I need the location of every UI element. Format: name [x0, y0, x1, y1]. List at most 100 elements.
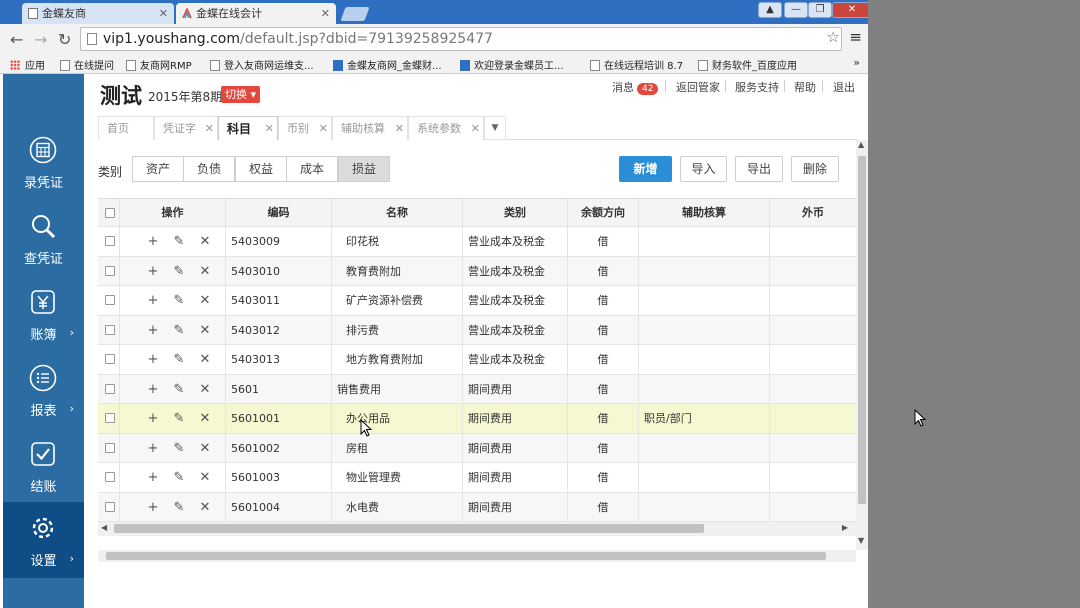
close-icon[interactable]: ✕ — [471, 117, 480, 141]
pencil-icon[interactable]: ✎ — [166, 345, 192, 374]
table-row[interactable]: + ✎ ✕ 5601001 办公用品 期间费用借职员/部门 — [98, 404, 856, 434]
scroll-up-arrow-icon[interactable]: ▲ — [858, 140, 864, 149]
tab-accounts[interactable]: 科目 ✕ — [218, 116, 278, 140]
bookmark-item[interactable]: 在线提问 — [60, 57, 114, 72]
delete-icon[interactable]: ✕ — [192, 257, 218, 286]
row-checkbox[interactable] — [105, 472, 115, 482]
close-icon[interactable]: ✕ — [205, 117, 214, 141]
tab-system-params[interactable]: 系统参数 ✕ — [408, 116, 484, 140]
pencil-icon[interactable]: ✎ — [166, 493, 192, 522]
close-icon[interactable]: ✕ — [319, 117, 328, 141]
column-header-direction[interactable]: 余额方向 — [568, 199, 639, 226]
pencil-icon[interactable]: ✎ — [166, 227, 192, 256]
table-row[interactable]: + ✎ ✕ 5403010 教育费附加 营业成本及税金借 — [98, 256, 856, 286]
table-row[interactable]: + ✎ ✕ 5601003 物业管理费 期间费用借 — [98, 463, 856, 493]
bookmarks-overflow-button[interactable]: » — [853, 56, 860, 69]
table-row[interactable]: + ✎ ✕ 5403009 印花税 营业成本及税金借 — [98, 227, 856, 257]
back-to-manager-link[interactable]: 返回管家 — [676, 79, 720, 95]
add-icon[interactable]: + — [140, 404, 166, 433]
category-profit-loss-button[interactable]: 损益 — [338, 156, 390, 182]
export-button[interactable]: 导出 — [735, 156, 783, 182]
category-asset-button[interactable]: 资产 — [132, 156, 184, 182]
close-icon[interactable]: ✕ — [265, 117, 274, 141]
close-icon[interactable]: ✕ — [321, 3, 330, 24]
row-checkbox[interactable] — [105, 501, 115, 512]
import-button[interactable]: 导入 — [680, 156, 727, 182]
sidebar-item-reports[interactable]: 报表 › — [3, 352, 84, 428]
close-icon[interactable]: ✕ — [395, 117, 404, 141]
scroll-right-arrow-icon[interactable]: ▶ — [842, 523, 848, 532]
category-liability-button[interactable]: 负债 — [183, 156, 235, 182]
column-header-code[interactable]: 编码 — [226, 199, 332, 226]
page-vertical-scrollbar[interactable]: ▲ ▼ — [856, 140, 868, 550]
table-horizontal-scrollbar[interactable]: ◀ ▶ — [98, 522, 856, 536]
maximize-button[interactable]: ❐ — [808, 2, 832, 18]
scrollbar-thumb[interactable] — [114, 524, 704, 533]
bookmark-item[interactable]: 登入友商网运维支... — [210, 57, 314, 72]
row-checkbox[interactable] — [105, 442, 115, 453]
menu-icon[interactable]: ≡ — [849, 28, 862, 46]
sidebar-item-closing[interactable]: 结账 — [3, 428, 84, 504]
row-checkbox[interactable] — [105, 324, 115, 335]
column-header-foreign-currency[interactable]: 外币 — [770, 199, 856, 226]
scroll-left-arrow-icon[interactable]: ◀ — [101, 523, 107, 532]
bookmark-item[interactable]: 财务软件_百度应用 — [698, 57, 797, 72]
table-row[interactable]: + ✎ ✕ 5601002 房租 期间费用借 — [98, 433, 856, 463]
row-checkbox[interactable] — [105, 413, 115, 423]
tab-home[interactable]: 首页 — [98, 116, 154, 140]
add-icon[interactable]: + — [140, 316, 166, 345]
add-icon[interactable]: + — [140, 375, 166, 404]
column-header-name[interactable]: 名称 — [332, 199, 463, 226]
table-row[interactable]: + ✎ ✕ 5601004 水电费 期间费用借 — [98, 492, 856, 522]
bookmark-apps[interactable]: 应用 — [10, 57, 45, 72]
row-checkbox[interactable] — [105, 295, 115, 305]
bookmark-item[interactable]: 金蝶友商网_金蝶财... — [333, 57, 442, 72]
select-all-checkbox[interactable] — [105, 208, 115, 218]
add-icon[interactable]: + — [140, 463, 166, 492]
table-row[interactable]: + ✎ ✕ 5403011 矿产资源补偿费 营业成本及税金借 — [98, 286, 856, 316]
add-icon[interactable]: + — [140, 227, 166, 256]
add-icon[interactable]: + — [140, 345, 166, 374]
help-link[interactable]: 帮助 — [794, 79, 816, 95]
minimize-button[interactable]: — — [784, 2, 808, 18]
column-header-type[interactable]: 类别 — [463, 199, 568, 226]
messages-link[interactable]: 消息 42 — [612, 79, 659, 95]
bookmark-star-icon[interactable]: ☆ — [827, 28, 840, 46]
column-header-auxiliary[interactable]: 辅助核算 — [639, 199, 770, 226]
sidebar-item-settings[interactable]: 设置 › — [3, 502, 84, 578]
add-icon[interactable]: + — [140, 286, 166, 315]
scrollbar-thumb[interactable] — [106, 552, 826, 560]
pencil-icon[interactable]: ✎ — [166, 434, 192, 463]
scroll-down-arrow-icon[interactable]: ▼ — [858, 536, 864, 545]
category-equity-button[interactable]: 权益 — [235, 156, 287, 182]
browser-tab-youshang[interactable]: 金蝶友商 ✕ — [22, 3, 174, 24]
delete-icon[interactable]: ✕ — [192, 463, 218, 492]
delete-icon[interactable]: ✕ — [192, 345, 218, 374]
pencil-icon[interactable]: ✎ — [166, 375, 192, 404]
delete-icon[interactable]: ✕ — [192, 316, 218, 345]
sidebar-item-ledger[interactable]: 账簿 › — [3, 276, 84, 352]
delete-icon[interactable]: ✕ — [192, 434, 218, 463]
forward-arrow-icon[interactable]: → — [34, 30, 47, 49]
tabs-dropdown-button[interactable]: ▼ — [484, 116, 506, 140]
switch-period-button[interactable]: 切换 ▾ — [221, 86, 261, 103]
pencil-icon[interactable]: ✎ — [166, 463, 192, 492]
pencil-icon[interactable]: ✎ — [166, 404, 192, 433]
add-icon[interactable]: + — [140, 434, 166, 463]
delete-icon[interactable]: ✕ — [192, 493, 218, 522]
bookmark-item[interactable]: 友商网RMP — [126, 57, 192, 72]
new-button[interactable]: 新增 — [619, 156, 672, 182]
tab-currency[interactable]: 币别 ✕ — [278, 116, 332, 140]
reload-icon[interactable]: ↻ — [58, 30, 71, 49]
sidebar-item-query-voucher[interactable]: 查凭证 — [3, 200, 84, 276]
row-checkbox[interactable] — [105, 354, 115, 364]
table-row[interactable]: + ✎ ✕ 5403013 地方教育费附加 营业成本及税金借 — [98, 345, 856, 375]
close-window-button[interactable]: ✕ — [832, 2, 868, 18]
scrollbar-thumb[interactable] — [858, 156, 866, 504]
user-profile-button[interactable]: ▲ — [758, 2, 782, 18]
pencil-icon[interactable]: ✎ — [166, 286, 192, 315]
new-tab-button[interactable] — [340, 7, 370, 21]
row-checkbox[interactable] — [105, 265, 115, 276]
address-bar[interactable]: vip1.youshang.com/default.jsp?dbid=79139… — [80, 27, 842, 51]
delete-icon[interactable]: ✕ — [192, 375, 218, 404]
